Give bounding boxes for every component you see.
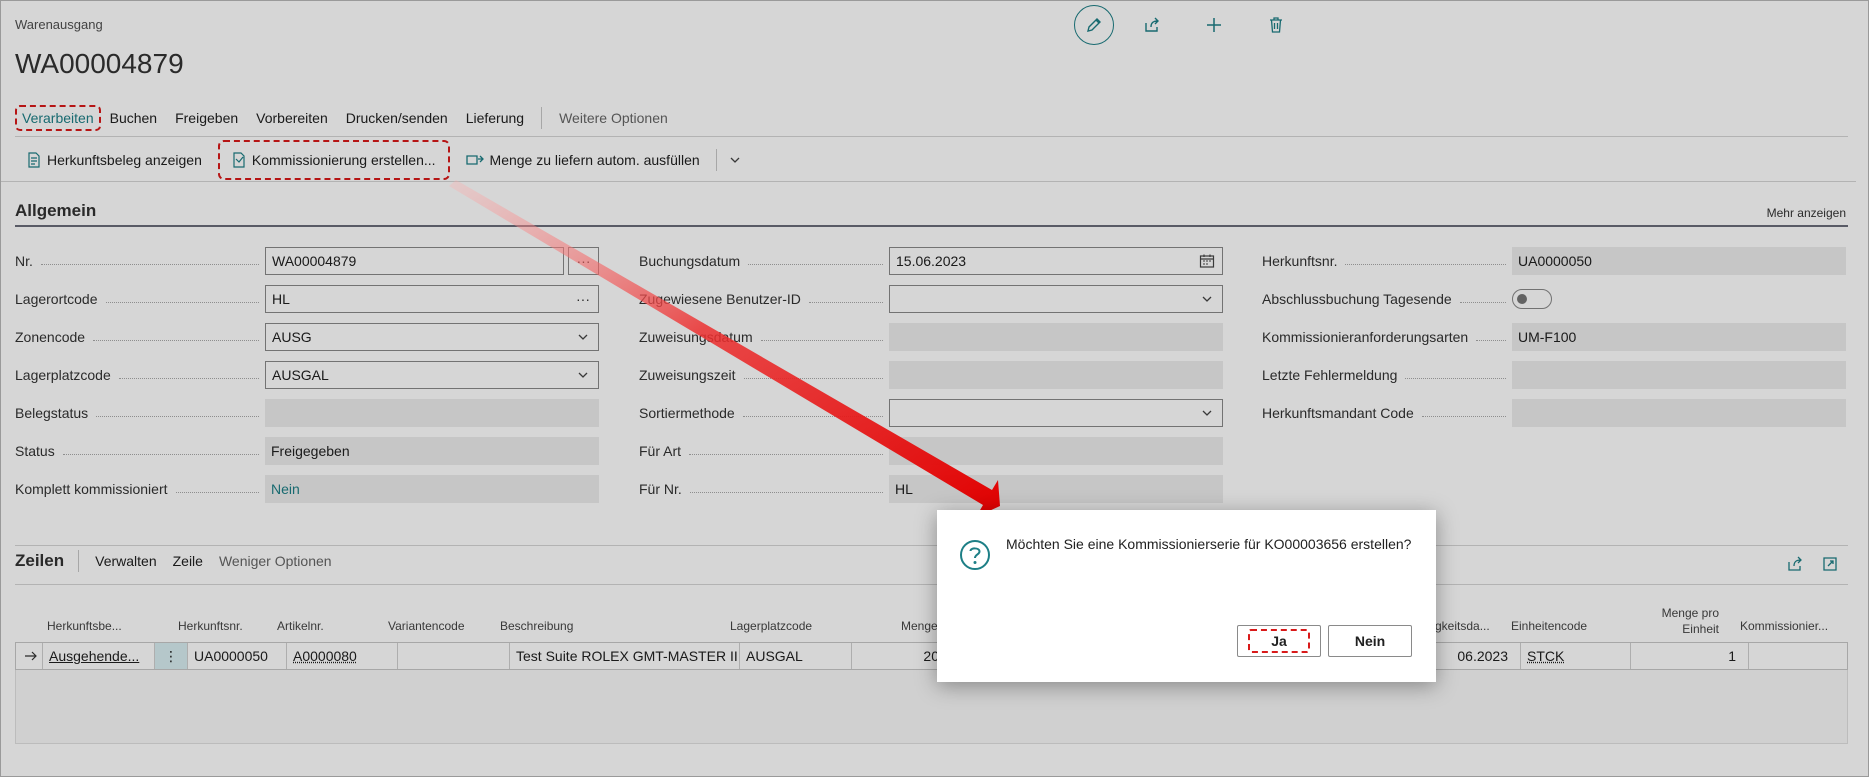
- question-icon: [960, 540, 990, 570]
- no-button[interactable]: Nein: [1328, 625, 1412, 657]
- dialog-message: Möchten Sie eine Kommissionierserie für …: [1006, 536, 1412, 552]
- yes-button[interactable]: Ja: [1237, 625, 1321, 657]
- modal-overlay: [0, 0, 1869, 777]
- confirm-dialog: Möchten Sie eine Kommissionierserie für …: [937, 510, 1436, 682]
- yes-button-label: Ja: [1248, 629, 1310, 653]
